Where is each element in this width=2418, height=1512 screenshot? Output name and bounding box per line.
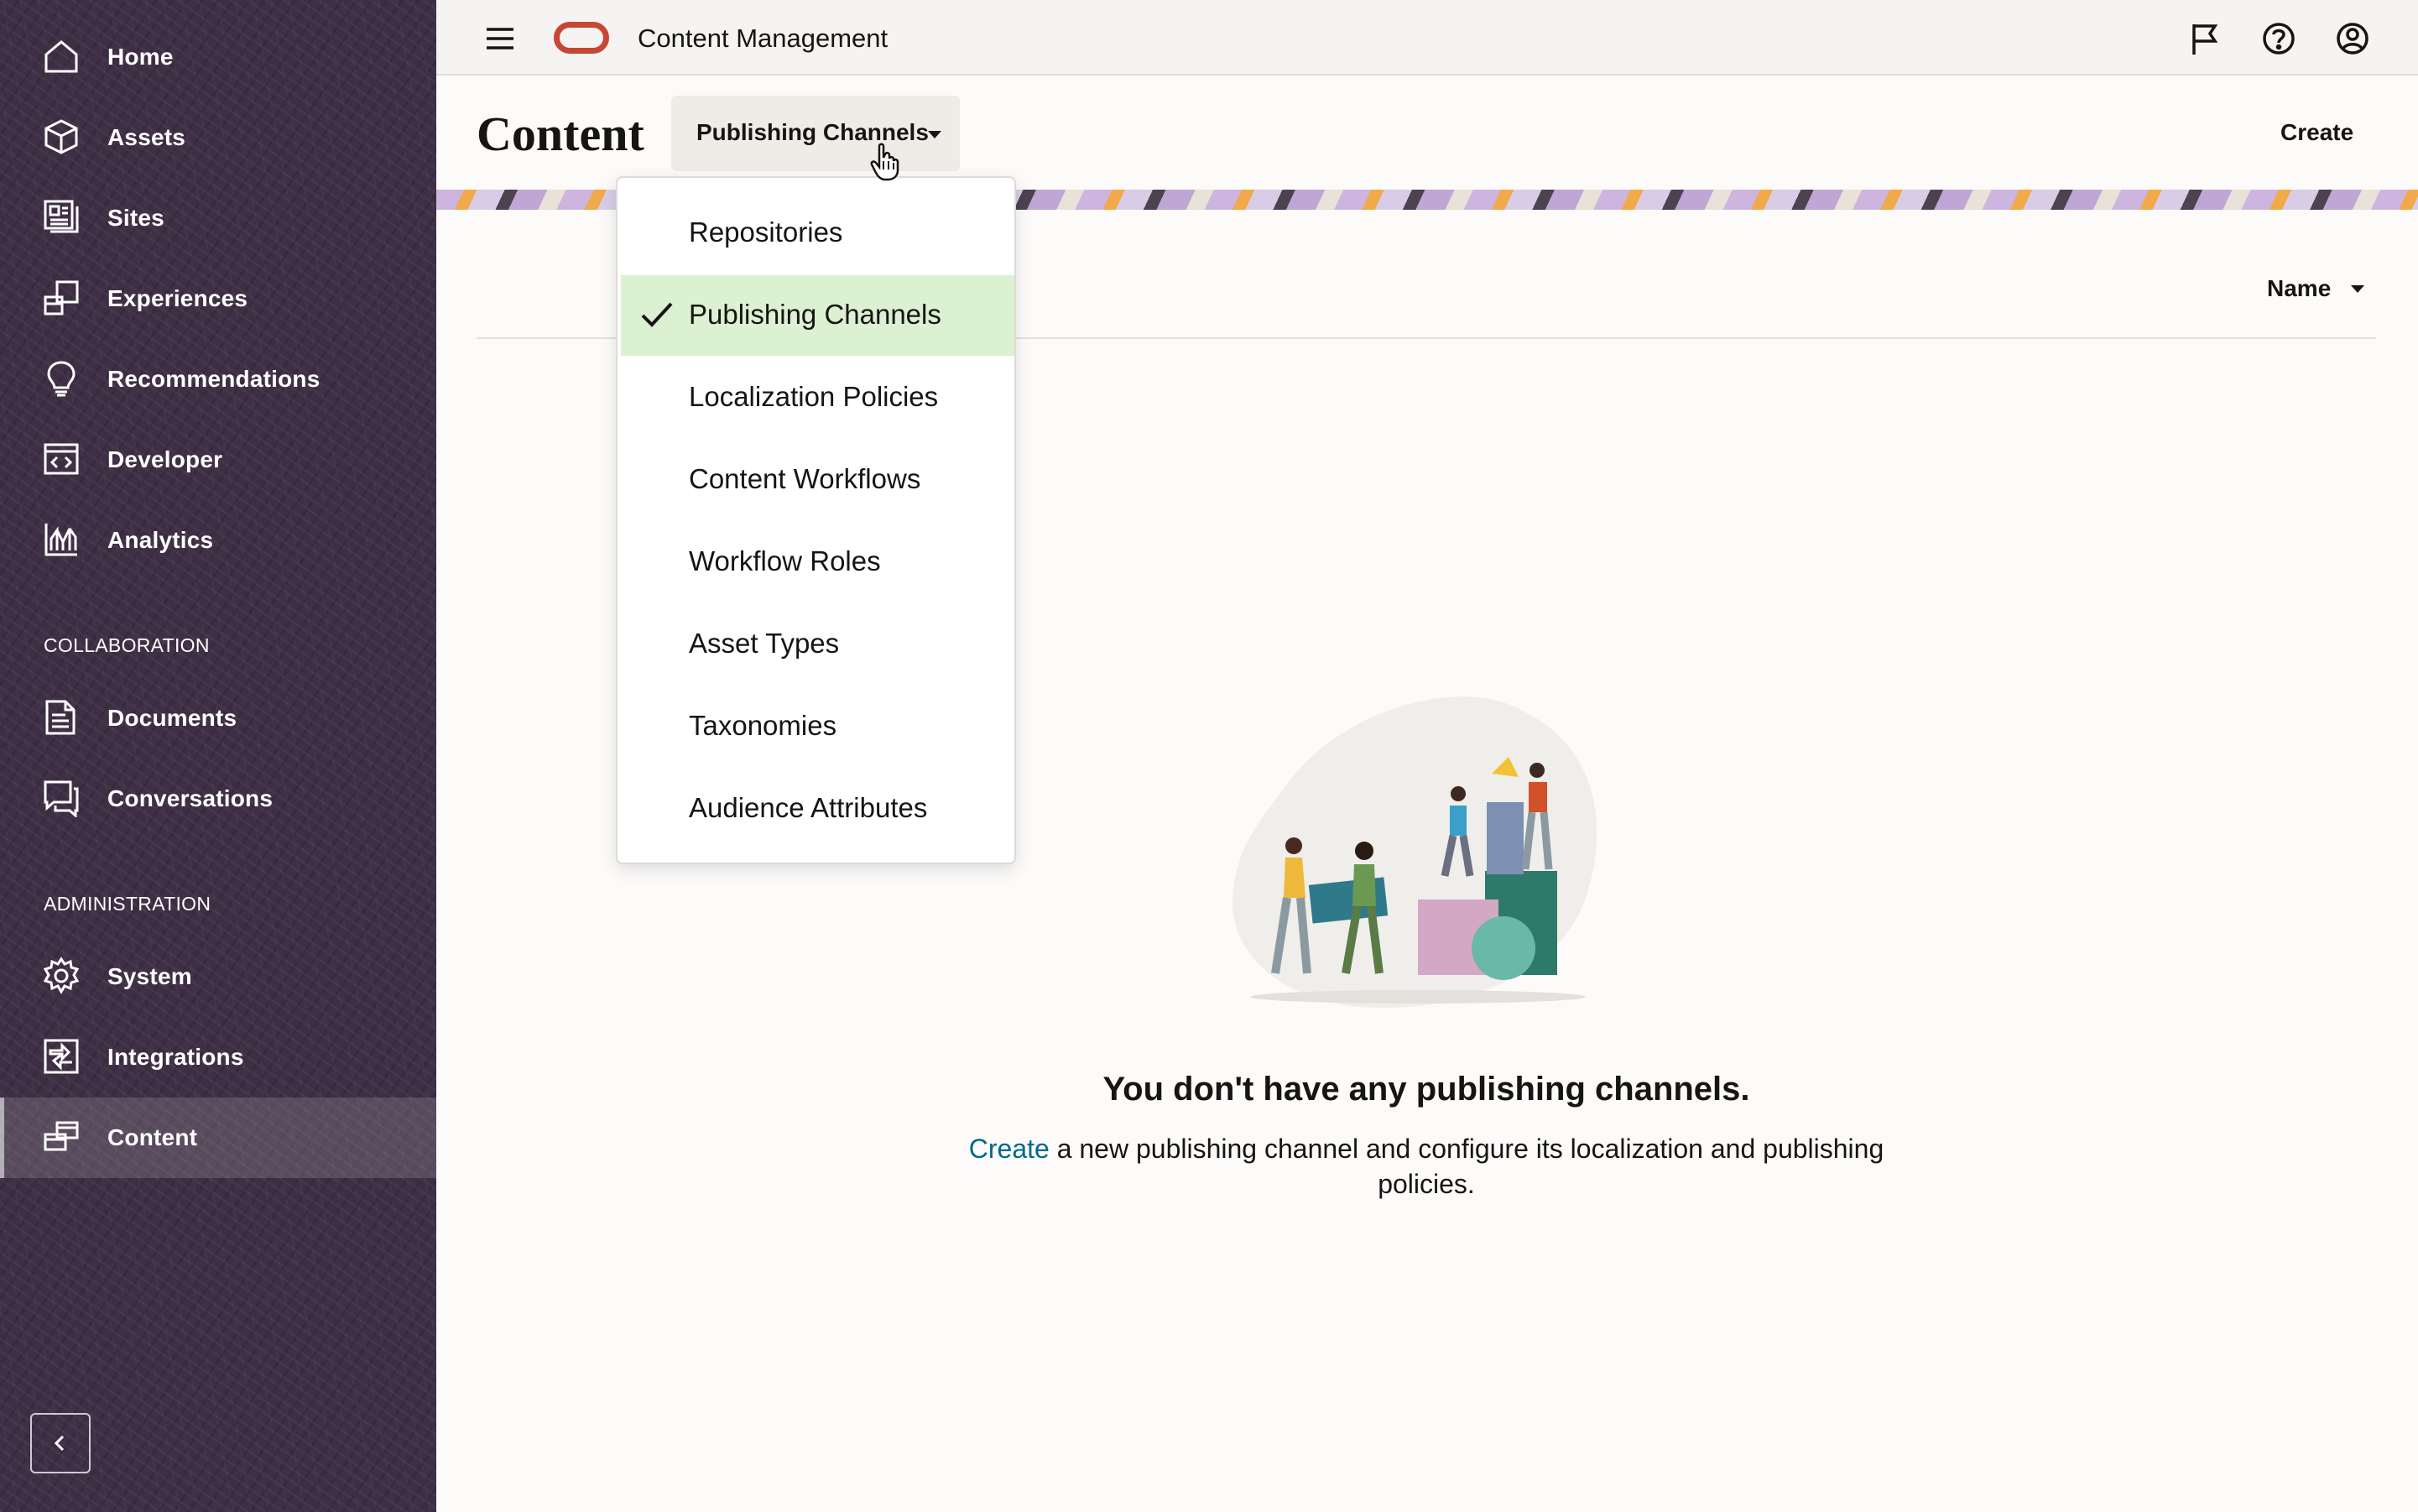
home-icon (42, 37, 81, 76)
content-icon (42, 1118, 81, 1156)
sidebar-item-label: Sites (107, 205, 164, 231)
sidebar-item-assets[interactable]: Assets (0, 97, 436, 178)
gear-icon (42, 957, 81, 995)
view-selector-menu: Repositories Publishing Channels Localiz… (616, 176, 1016, 864)
top-bar: Content Management (436, 0, 2418, 76)
menu-item-taxonomies[interactable]: Taxonomies (621, 686, 1014, 767)
lightbulb-icon (42, 359, 81, 398)
sidebar-item-content[interactable]: Content (0, 1098, 436, 1178)
chevron-left-icon (54, 1435, 65, 1452)
flag-icon[interactable] (2186, 20, 2223, 57)
help-icon[interactable] (2260, 20, 2297, 57)
menu-item-workflow-roles[interactable]: Workflow Roles (621, 522, 1014, 602)
menu-item-localization-policies[interactable]: Localization Policies (621, 357, 1014, 438)
sidebar-item-recommendations[interactable]: Recommendations (0, 339, 436, 420)
menu-item-audience-attributes[interactable]: Audience Attributes (621, 769, 1014, 849)
sidebar-item-label: Integrations (107, 1044, 244, 1070)
menu-item-content-workflows[interactable]: Content Workflows (621, 440, 1014, 520)
sites-icon (42, 198, 81, 237)
section-title-administration: ADMINISTRATION (44, 893, 211, 915)
sidebar-item-documents[interactable]: Documents (0, 678, 436, 759)
sidebar-item-label: System (107, 963, 192, 989)
menu-item-label: Publishing Channels (689, 299, 941, 330)
menu-item-repositories[interactable]: Repositories (621, 193, 1014, 274)
sidebar-item-integrations[interactable]: Integrations (0, 1017, 436, 1098)
sidebar-item-conversations[interactable]: Conversations (0, 759, 436, 839)
sidebar-item-label: Conversations (107, 785, 274, 811)
menu-item-label: Localization Policies (689, 381, 939, 412)
sidebar-item-label: Developer (107, 446, 223, 472)
experiences-icon (42, 279, 81, 317)
document-icon (42, 698, 81, 737)
app-title: Content Management (638, 23, 889, 53)
menu-item-label: Asset Types (689, 628, 840, 659)
menu-item-asset-types[interactable]: Asset Types (621, 604, 1014, 685)
sidebar-item-label: Experiences (107, 285, 248, 311)
sort-by-name-button[interactable]: Name (2267, 275, 2364, 302)
empty-state-heading: You don't have any publishing channels. (1102, 1071, 1750, 1108)
sidebar-item-label: Content (107, 1124, 198, 1150)
empty-state-illustration (1232, 696, 1597, 1009)
view-selector-dropdown[interactable]: Publishing Channels (671, 96, 960, 171)
menu-item-label: Taxonomies (689, 710, 837, 741)
sidebar-item-home[interactable]: Home (0, 17, 436, 97)
sidebar-item-analytics[interactable]: Analytics (0, 500, 436, 581)
oracle-logo (554, 22, 609, 54)
hamburger-menu-icon[interactable] (483, 22, 517, 55)
empty-state-body: a new publishing channel and configure i… (1049, 1134, 1884, 1199)
create-button[interactable]: Create (2280, 119, 2353, 146)
empty-state-message: Create a new publishing channel and conf… (923, 1131, 1930, 1202)
integrations-icon (42, 1037, 81, 1076)
user-profile-icon[interactable] (2334, 20, 2371, 57)
chart-icon (42, 520, 81, 559)
menu-item-label: Audience Attributes (689, 792, 928, 823)
sidebar-item-label: Assets (107, 124, 186, 150)
menu-item-publishing-channels[interactable]: Publishing Channels (621, 275, 1014, 356)
sidebar-item-label: Recommendations (107, 366, 320, 392)
menu-item-label: Repositories (689, 216, 843, 248)
checkmark-icon (641, 302, 673, 327)
sort-label: Name (2267, 275, 2332, 301)
sidebar-item-label: Documents (107, 705, 237, 731)
sidebar-item-developer[interactable]: Developer (0, 420, 436, 500)
sidebar-item-experiences[interactable]: Experiences (0, 258, 436, 339)
collapse-sidebar-button[interactable] (30, 1413, 91, 1473)
chat-icon (42, 779, 81, 817)
menu-item-label: Content Workflows (689, 463, 921, 494)
cube-icon (42, 117, 81, 156)
sidebar-item-label: Home (107, 44, 174, 70)
sidebar-item-label: Analytics (107, 527, 214, 553)
caret-down-icon (2351, 285, 2364, 293)
section-title-collaboration: COLLABORATION (44, 634, 210, 656)
caret-down-icon (928, 131, 941, 138)
sidebar-item-sites[interactable]: Sites (0, 178, 436, 258)
sidebar: Home Assets Sites Experiences Recommenda… (0, 0, 436, 1512)
page-title: Content (477, 107, 644, 161)
code-icon (42, 440, 81, 478)
sidebar-item-system[interactable]: System (0, 936, 436, 1017)
hand-cursor-icon (870, 143, 899, 181)
menu-item-label: Workflow Roles (689, 545, 881, 576)
create-link[interactable]: Create (969, 1134, 1050, 1164)
